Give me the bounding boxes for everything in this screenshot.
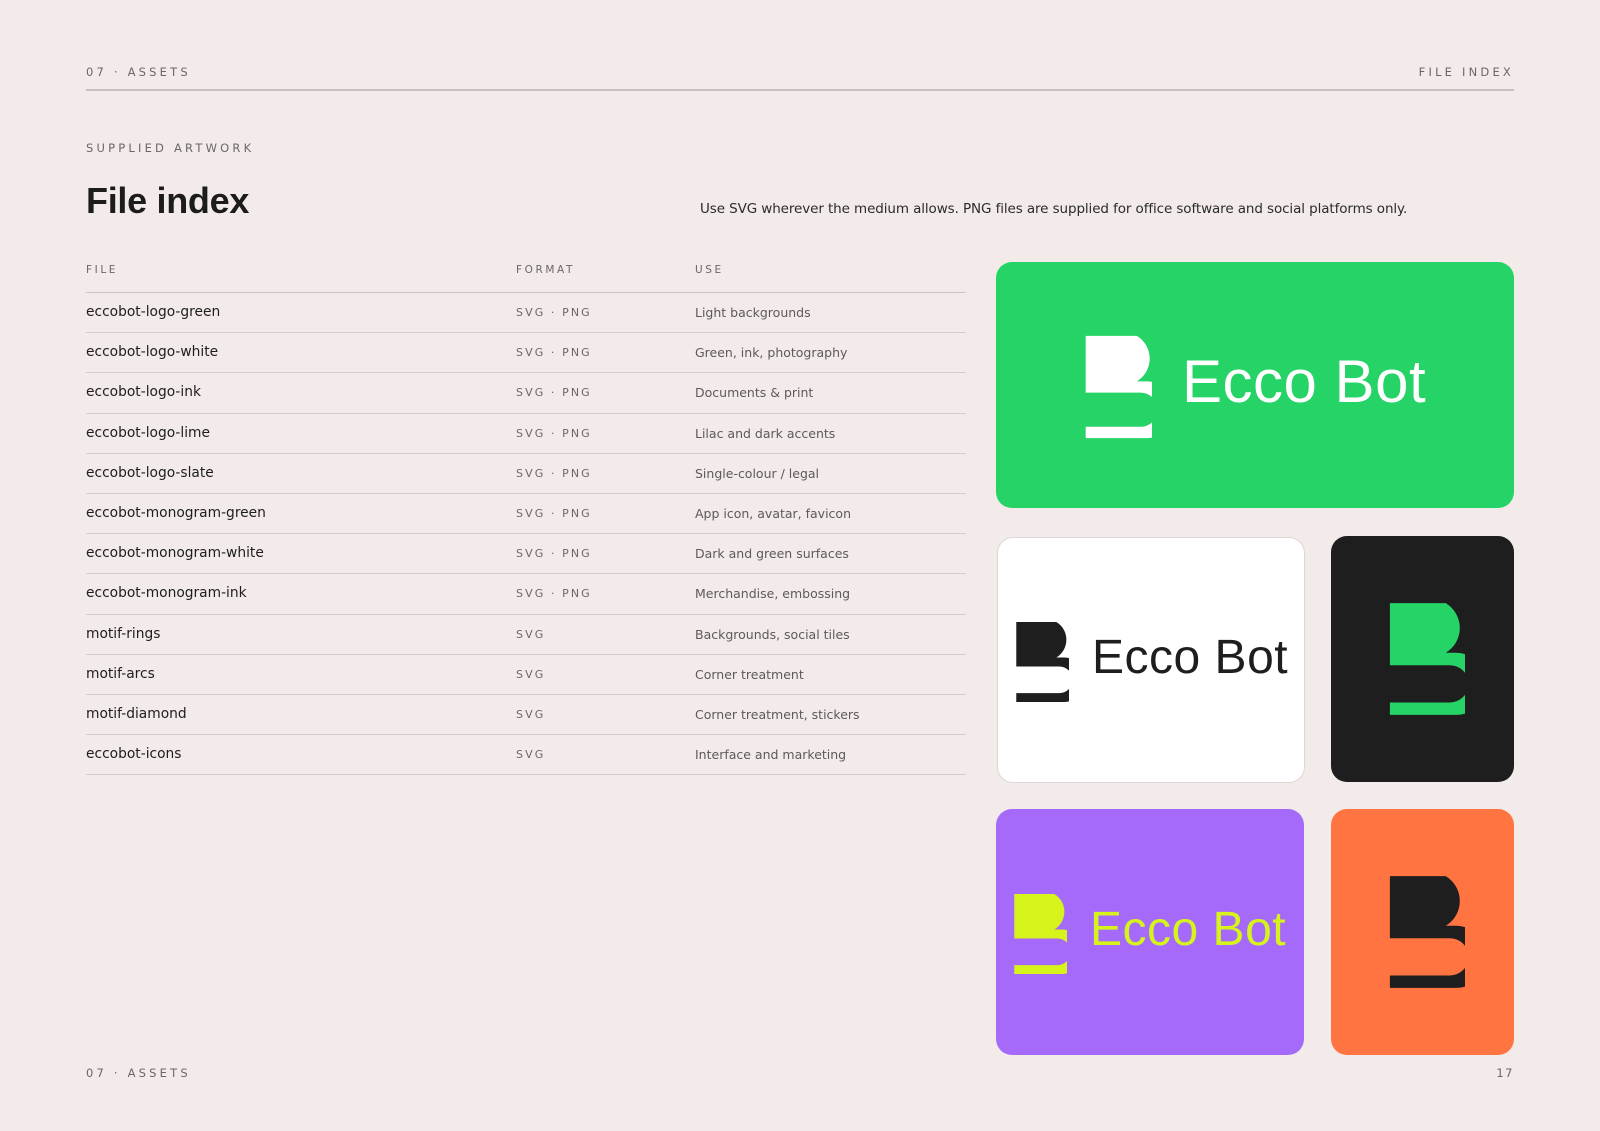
file-format: SVG · PNG	[516, 547, 592, 561]
table-row: eccobot-logo-green SVG · PNG Light backg…	[86, 293, 966, 334]
file-use: Interface and marketing	[695, 747, 847, 763]
table-row: eccobot-monogram-green SVG · PNG App ico…	[86, 494, 966, 535]
file-use: Corner treatment, stickers	[695, 706, 860, 722]
file-name: eccobot-icons	[86, 746, 182, 763]
column-header-use: USE	[695, 264, 724, 276]
table-row: motif-rings SVG Backgrounds, social tile…	[86, 615, 966, 655]
file-format: SVG · PNG	[516, 466, 592, 480]
monogram-tile-ink	[1331, 536, 1514, 782]
page-title: File index	[86, 180, 250, 221]
wordmark: Ecco Bot	[1182, 348, 1427, 415]
file-use: Documents & print	[695, 385, 814, 401]
file-name: motif-rings	[86, 625, 161, 642]
file-index-table: FILE FORMAT USE eccobot-logo-green SVG ·…	[86, 256, 966, 776]
intro-text: Use SVG wherever the medium allows. PNG …	[700, 201, 1408, 217]
eccobot-monogram-icon	[1014, 893, 1067, 975]
table-row: eccobot-logo-lime SVG · PNG Lilac and da…	[86, 414, 966, 454]
file-name: eccobot-logo-slate	[86, 464, 214, 481]
table-row: eccobot-icons SVG Interface and marketin…	[86, 735, 966, 776]
file-format: SVG	[516, 627, 546, 641]
table-row: motif-arcs SVG Corner treatment	[86, 655, 966, 695]
logo-tile-white: Ecco Bot	[997, 537, 1305, 783]
wordmark: Ecco Bot	[1090, 903, 1287, 956]
file-name: eccobot-monogram-green	[86, 504, 266, 521]
table-row: eccobot-monogram-ink SVG · PNG Merchandi…	[86, 574, 966, 615]
eccobot-monogram-icon	[1016, 621, 1069, 703]
table-row: motif-diamond SVG Corner treatment, stic…	[86, 695, 966, 736]
footer-section-label: 07 · ASSETS	[86, 1066, 191, 1080]
file-use: Green, ink, photography	[695, 345, 848, 361]
section-kicker: SUPPLIED ARTWORK	[86, 141, 255, 155]
table-row: eccobot-logo-ink SVG · PNG Documents & p…	[86, 373, 966, 414]
file-use: Merchandise, embossing	[695, 586, 851, 602]
file-use: App icon, avatar, favicon	[695, 505, 851, 521]
file-format: SVG	[516, 667, 546, 681]
file-format: SVG	[516, 748, 546, 762]
file-format: SVG · PNG	[516, 426, 592, 440]
file-format: SVG · PNG	[516, 587, 592, 601]
wordmark: Ecco Bot	[1092, 631, 1289, 684]
header-divider	[86, 89, 1514, 91]
file-format: SVG · PNG	[516, 346, 592, 360]
logo-tile-lilac: Ecco Bot	[996, 809, 1304, 1055]
eccobot-monogram-icon	[1085, 335, 1152, 439]
logo-tile-green: Ecco Bot	[996, 262, 1514, 508]
file-use: Dark and green surfaces	[695, 546, 849, 562]
file-format: SVG	[516, 707, 546, 721]
file-name: eccobot-monogram-white	[86, 545, 264, 562]
monogram-tile-orange	[1331, 809, 1514, 1055]
column-header-file: FILE	[86, 264, 119, 276]
table-row: eccobot-monogram-white SVG · PNG Dark an…	[86, 534, 966, 575]
eccobot-monogram-icon	[1389, 603, 1465, 715]
header-page-label: FILE INDEX	[1418, 65, 1514, 79]
header-section-label: 07 · ASSETS	[86, 65, 191, 79]
file-use: Backgrounds, social tiles	[695, 626, 850, 642]
table-header: FILE FORMAT USE	[86, 256, 966, 293]
file-format: SVG · PNG	[516, 386, 592, 400]
table-row: eccobot-logo-slate SVG · PNG Single-colo…	[86, 454, 966, 494]
file-use: Lilac and dark accents	[695, 425, 836, 441]
file-name: eccobot-logo-green	[86, 304, 221, 320]
file-format: SVG · PNG	[516, 506, 592, 520]
file-name: eccobot-logo-ink	[86, 384, 201, 401]
file-name: eccobot-logo-lime	[86, 424, 210, 441]
file-use: Corner treatment	[695, 666, 804, 682]
file-name: motif-arcs	[86, 665, 155, 682]
file-use: Single-colour / legal	[695, 465, 820, 481]
file-name: eccobot-monogram-ink	[86, 585, 247, 602]
column-header-format: FORMAT	[516, 264, 576, 276]
file-name: motif-diamond	[86, 705, 187, 722]
file-name: eccobot-logo-white	[86, 344, 219, 361]
eccobot-monogram-icon	[1389, 876, 1465, 988]
table-row: eccobot-logo-white SVG · PNG Green, ink,…	[86, 333, 966, 374]
file-use: Light backgrounds	[695, 305, 811, 320]
file-format: SVG · PNG	[516, 306, 592, 319]
page-number: 17	[1496, 1066, 1514, 1080]
